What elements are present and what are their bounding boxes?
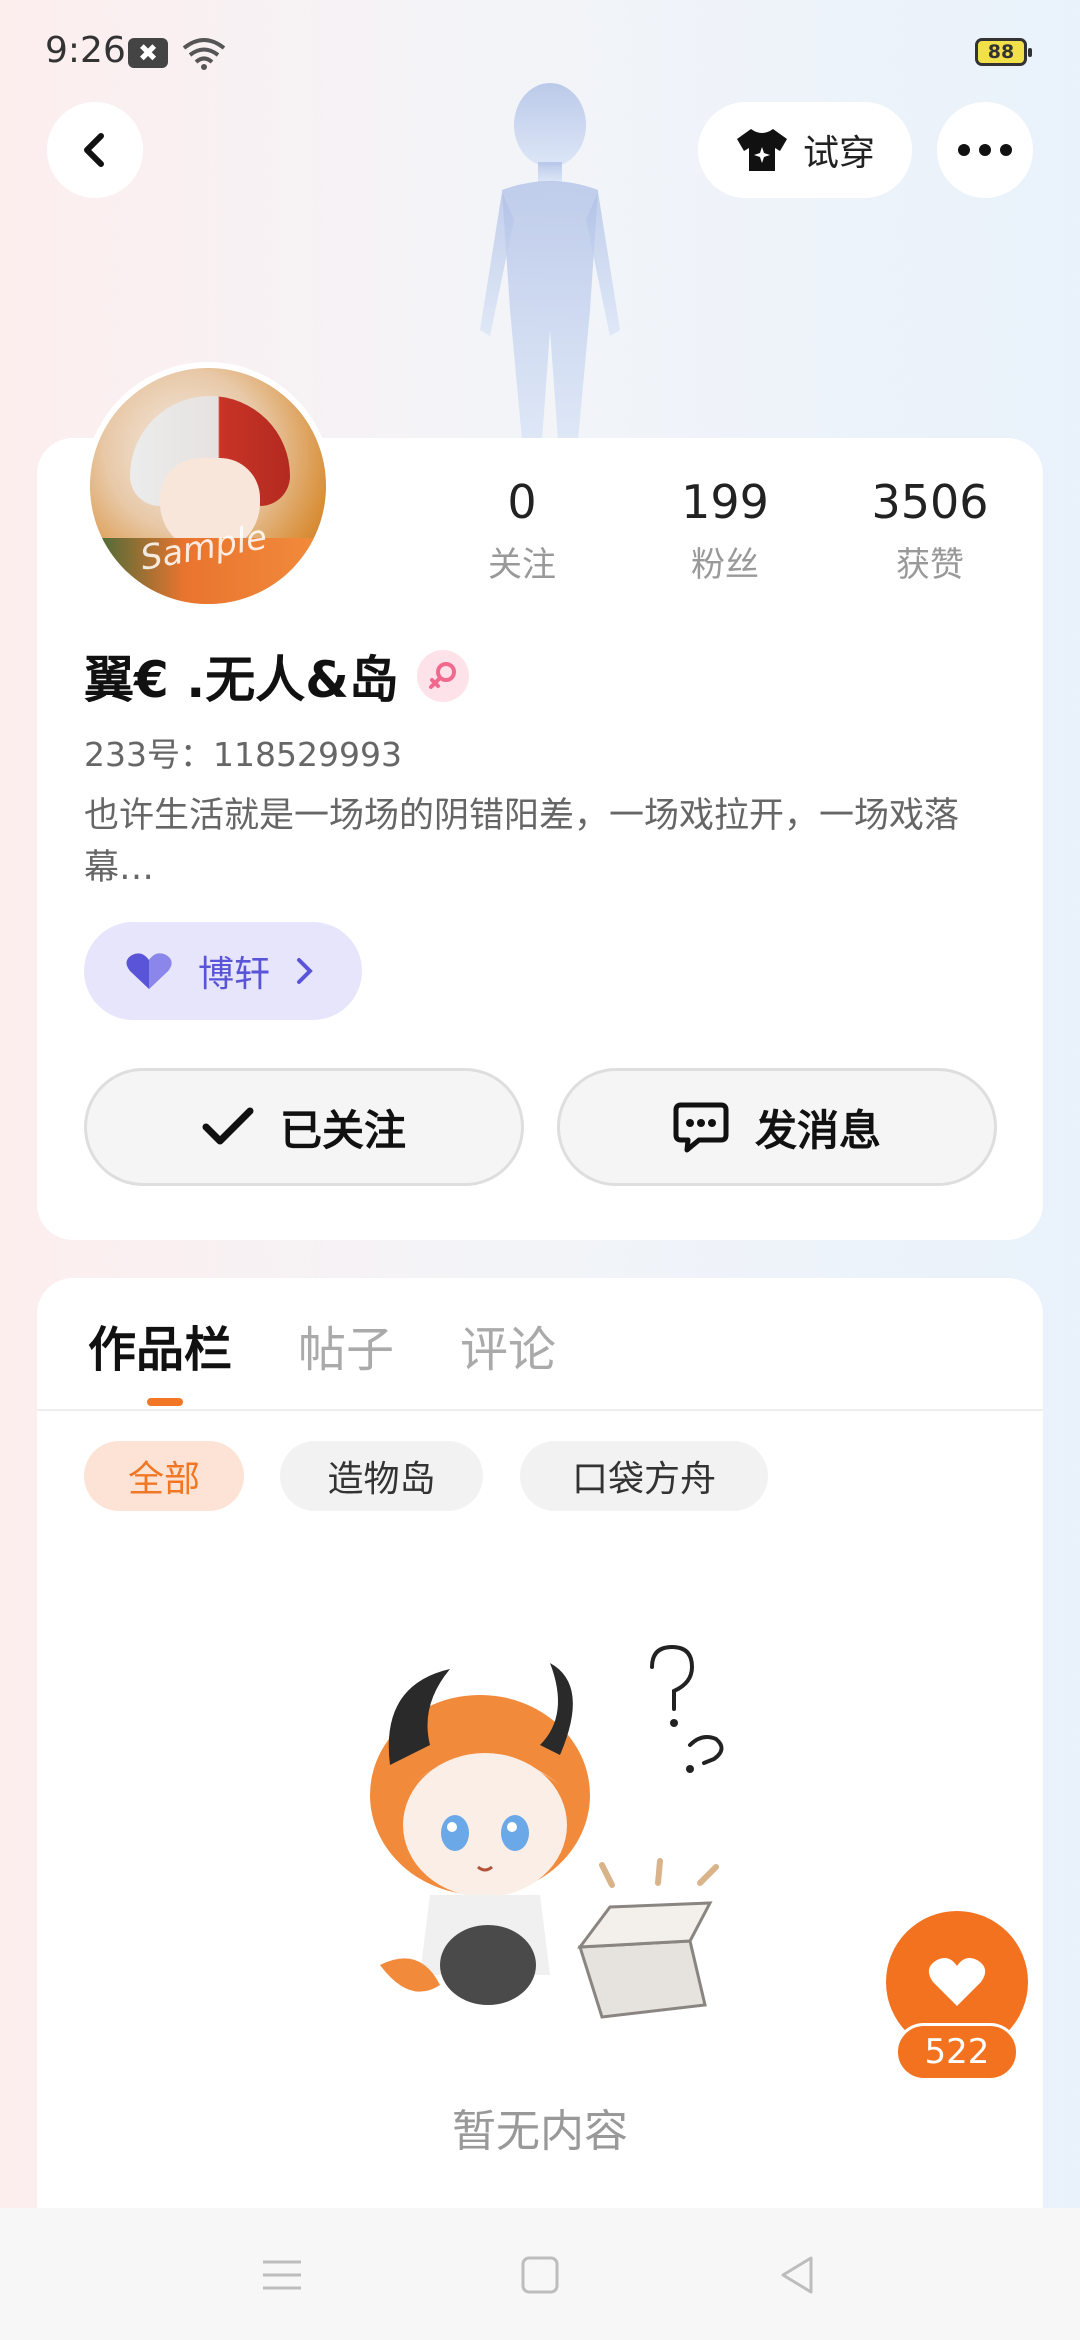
filter-pocket-ark[interactable]: 口袋方舟: [520, 1441, 768, 1511]
try-on-label: 试穿: [802, 133, 875, 174]
follow-label: 已关注: [279, 1105, 406, 1155]
tag-chip[interactable]: 博轩: [84, 922, 362, 1020]
stat-label: 粉丝: [691, 545, 759, 585]
stat-value: 0: [507, 475, 537, 529]
stat-value: 3506: [871, 475, 989, 529]
more-button[interactable]: [937, 102, 1033, 198]
status-time: 9:26: [45, 30, 126, 71]
stat-label: 获赞: [896, 545, 964, 585]
stat-label: 关注: [488, 545, 556, 585]
battery-icon: 88: [975, 38, 1032, 66]
stat-following[interactable]: 0 关注: [447, 475, 597, 586]
tab-comments[interactable]: 评论: [460, 1310, 556, 1380]
username: 翼€ .无人&岛: [84, 651, 399, 709]
stat-value: 199: [681, 475, 769, 529]
chevron-right-icon: [297, 958, 313, 984]
wifi-icon: [182, 38, 226, 70]
home-icon[interactable]: [515, 2250, 565, 2300]
tshirt-icon: [736, 129, 787, 171]
heart-icon: [126, 953, 172, 989]
stat-likes[interactable]: 3506 获赞: [855, 475, 1005, 586]
chevron-left-icon: [84, 133, 104, 167]
stat-followers[interactable]: 199 粉丝: [650, 475, 800, 586]
message-label: 发消息: [754, 1105, 881, 1155]
check-icon: [202, 1107, 254, 1145]
menu-icon[interactable]: [257, 2250, 307, 2300]
bio: 也许生活就是一场场的阴错阳差，一场戏拉开，一场戏落幕…: [84, 796, 960, 888]
tabs-divider: [37, 1409, 1043, 1411]
filter-all[interactable]: 全部: [84, 1441, 244, 1511]
empty-state-illustration: [370, 1645, 724, 2019]
female-icon: [416, 650, 469, 702]
tag-label: 博轩: [198, 954, 271, 995]
try-on-button[interactable]: 试穿: [698, 102, 912, 198]
tab-works[interactable]: 作品栏: [88, 1310, 232, 1380]
tab-posts[interactable]: 帖子: [298, 1310, 394, 1380]
follow-button[interactable]: 已关注: [84, 1068, 524, 1186]
like-count: 522: [895, 2023, 1019, 2081]
heart-icon: [928, 1958, 986, 2006]
back-button[interactable]: [47, 102, 143, 198]
tab-indicator: [147, 1398, 183, 1406]
tab-bar: 作品栏 帖子 评论: [88, 1310, 556, 1380]
empty-state-text: 暂无内容: [452, 2106, 628, 2157]
avatar-3d-figure: [480, 83, 620, 440]
chat-bubble-icon: [673, 1102, 729, 1153]
message-button[interactable]: 发消息: [557, 1068, 997, 1186]
user-id: 233号：118529993: [84, 735, 402, 774]
name-row: 翼€ .无人&岛: [84, 640, 469, 712]
notification-icon: ✖: [128, 38, 168, 68]
back-triangle-icon[interactable]: [773, 2250, 823, 2300]
more-dots-icon: [958, 144, 1012, 156]
filter-creation-island[interactable]: 造物岛: [280, 1441, 483, 1511]
avatar[interactable]: Sample: [84, 362, 332, 610]
